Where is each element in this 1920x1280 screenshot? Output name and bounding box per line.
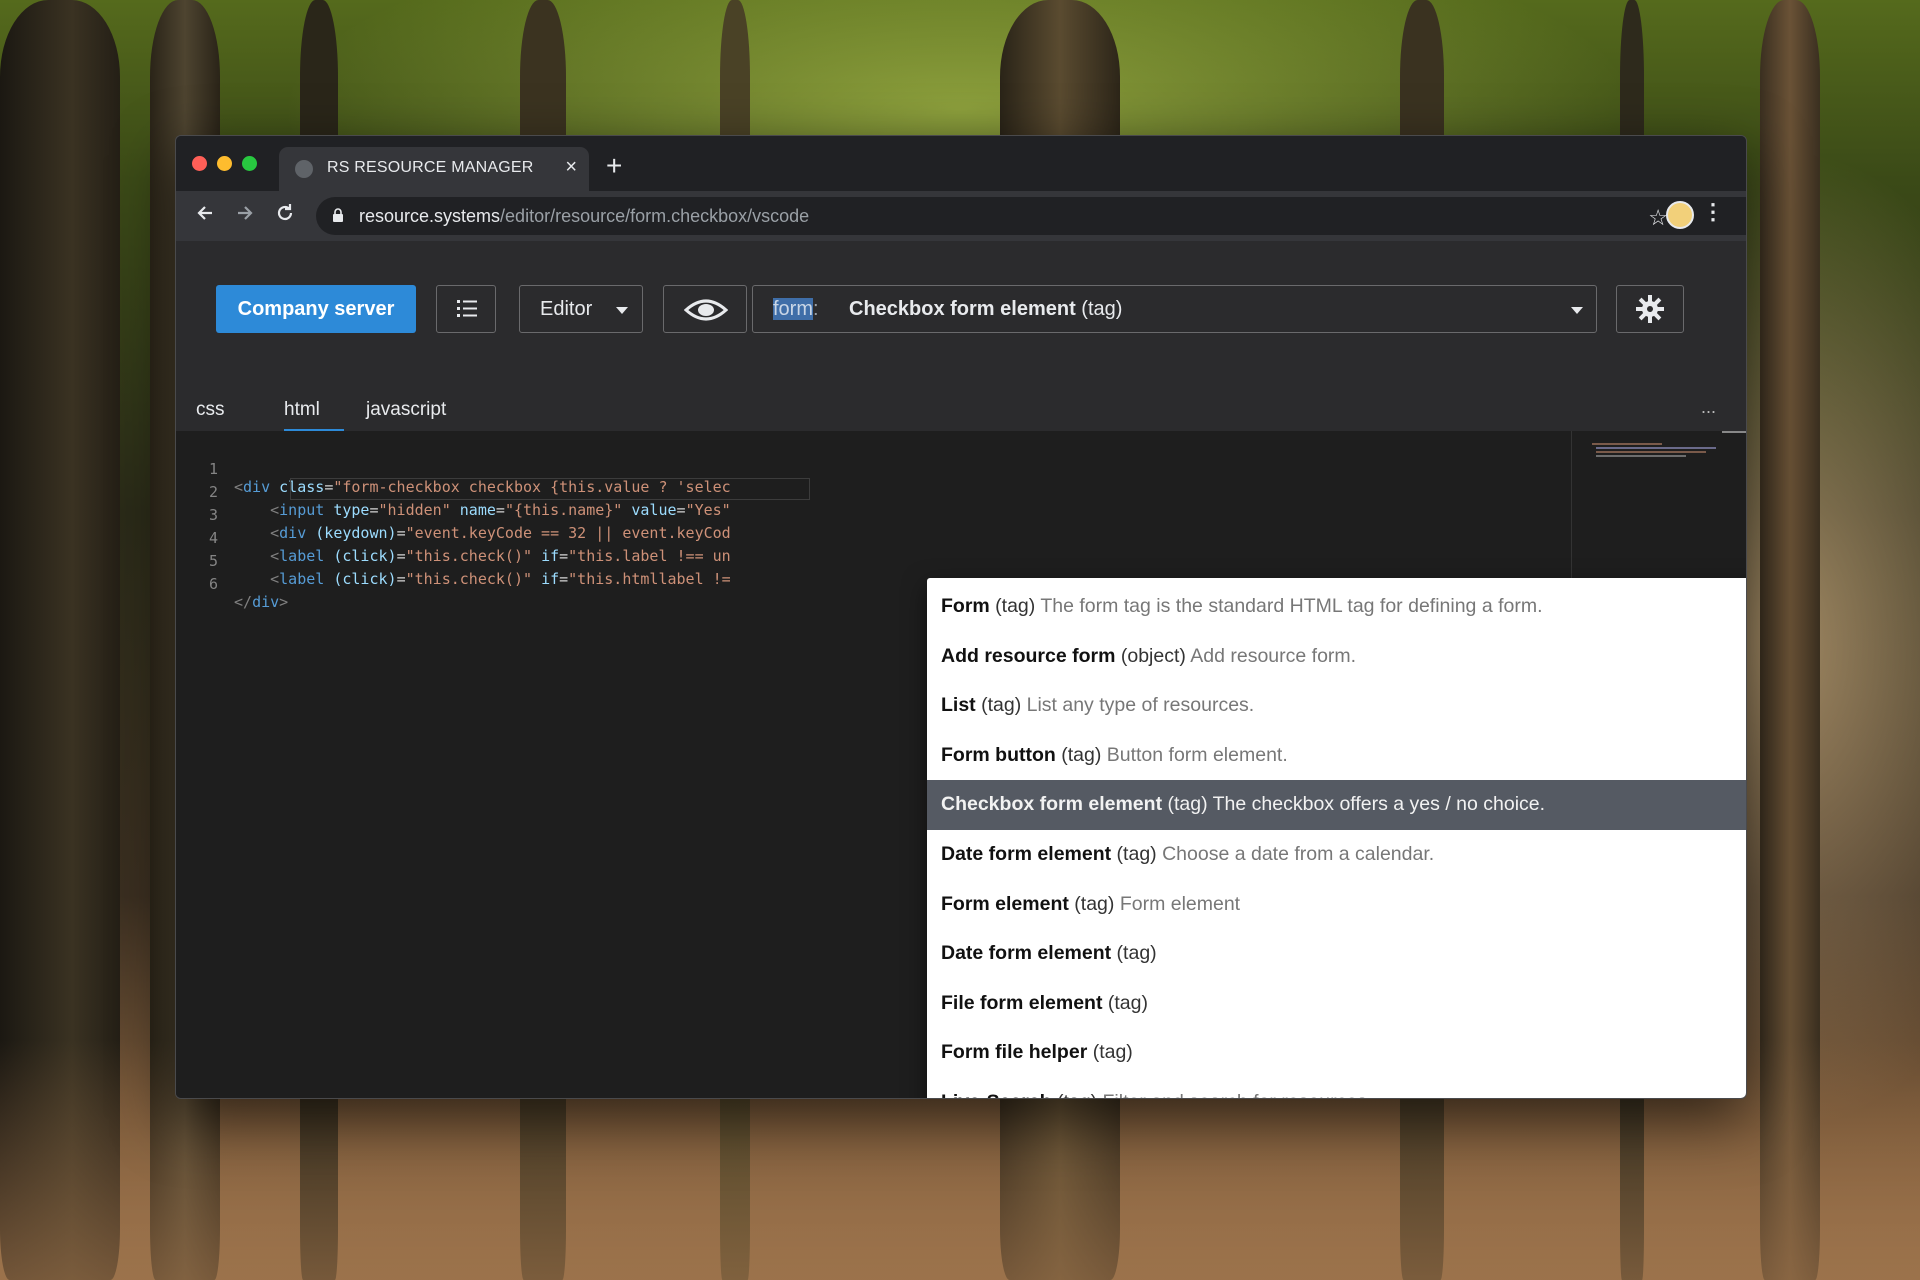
dropdown-option[interactable]: File form element (tag) xyxy=(927,979,1746,1029)
dropdown-option-text: Form file helper (tag) xyxy=(941,1041,1133,1064)
maximize-window-button[interactable] xyxy=(242,156,257,171)
new-tab-button[interactable]: + xyxy=(606,150,622,182)
eye-icon xyxy=(684,299,728,321)
dropdown-option[interactable]: Add resource form (object) Add resource … xyxy=(927,632,1746,682)
tab-html[interactable]: html xyxy=(284,399,320,421)
option-name: Form button xyxy=(941,743,1056,766)
option-type: (tag) xyxy=(1162,793,1213,816)
close-window-button[interactable] xyxy=(192,156,207,171)
dropdown-option-text: Date form element (tag) xyxy=(941,942,1157,965)
option-name: Form file helper xyxy=(941,1041,1088,1064)
option-type: (tag) xyxy=(1052,1091,1103,1098)
editor-dropdown-button[interactable]: Editor xyxy=(519,285,643,333)
url-text: resource.systems/editor/resource/form.ch… xyxy=(359,206,810,226)
editor-more-button[interactable]: ... xyxy=(1701,397,1716,418)
code-line: 1 <div class="form-checkbox checkbox {th… xyxy=(176,442,1076,500)
dropdown-option[interactable]: Checkbox form element (tag) The checkbox… xyxy=(927,780,1746,831)
resource-search-input[interactable]: form: Checkbox form element (tag) xyxy=(752,285,1597,333)
option-type: (tag) xyxy=(1102,991,1148,1014)
search-selected-value: Checkbox form element (tag) xyxy=(849,298,1123,320)
dropdown-option[interactable]: List (tag) List any type of resources. xyxy=(927,681,1746,731)
reload-icon[interactable] xyxy=(274,202,296,230)
tab-title: RS RESOURCE MANAGER xyxy=(327,159,534,176)
browser-titlebar: RS RESOURCE MANAGER × + xyxy=(176,136,1746,191)
code-line: 4 <label (click)="this.check()" if="this… xyxy=(208,529,731,565)
option-description: Add resource form. xyxy=(1190,644,1357,667)
resource-manager-app: Company server Editor form: Checkbox for… xyxy=(176,241,1746,1098)
dropdown-option[interactable]: Form button (tag) Button form element. xyxy=(927,731,1746,781)
option-description: Filter and search for resources. xyxy=(1103,1091,1373,1098)
option-name: List xyxy=(941,694,976,717)
browser-toolbar: resource.systems/editor/resource/form.ch… xyxy=(176,191,1746,241)
option-type: (tag) xyxy=(1068,892,1120,915)
forward-arrow-icon[interactable] xyxy=(234,202,256,230)
option-type: (tag) xyxy=(975,694,1027,717)
dropdown-option[interactable]: Date form element (tag) Choose a date fr… xyxy=(927,830,1746,880)
option-type: (tag) xyxy=(1055,743,1107,766)
chevron-down-icon[interactable] xyxy=(1571,307,1583,314)
preview-button[interactable] xyxy=(663,285,747,333)
option-name: Date form element xyxy=(941,843,1112,865)
chevron-down-icon xyxy=(616,307,628,314)
browser-menu-icon[interactable]: ⋮ xyxy=(1702,199,1724,225)
option-name: Form element xyxy=(941,892,1069,915)
dropdown-option-text: Live-Search (tag) Filter and search for … xyxy=(941,1091,1373,1098)
option-type: (tag) xyxy=(1111,942,1157,965)
dropdown-option[interactable]: Form element (tag) Form element xyxy=(927,880,1746,930)
option-name: Date form element xyxy=(941,942,1112,965)
dropdown-option-text: Checkbox form element (tag) The checkbox… xyxy=(941,793,1545,816)
dropdown-option-text: List (tag) List any type of resources. xyxy=(941,694,1254,717)
option-description: List any type of resources. xyxy=(1026,694,1255,717)
profile-avatar[interactable] xyxy=(1666,201,1694,229)
code-line: 3 <div (keydown)="event.keyCode == 32 ||… xyxy=(208,506,731,542)
dropdown-option[interactable]: Form file helper (tag) xyxy=(927,1028,1746,1078)
gear-icon xyxy=(1636,295,1664,323)
option-name: File form element xyxy=(941,991,1103,1014)
option-type: (tag) xyxy=(1111,843,1163,865)
option-type: (object) xyxy=(1115,644,1191,667)
option-name: Form xyxy=(941,595,990,617)
company-server-button[interactable]: Company server xyxy=(216,285,416,333)
dropdown-option[interactable]: Form (tag) The form tag is the standard … xyxy=(927,582,1746,632)
dropdown-option-text: Form element (tag) Form element xyxy=(941,893,1240,916)
list-icon xyxy=(457,300,477,317)
code-line: 2 <input type="hidden" name="{this.name}… xyxy=(208,483,731,519)
settings-button[interactable] xyxy=(1616,285,1684,333)
dropdown-option[interactable]: Live-Search (tag) Filter and search for … xyxy=(927,1078,1746,1098)
code-line: 5 <label (click)="this.check()" if="this… xyxy=(208,552,731,588)
dropdown-option-text: Form button (tag) Button form element. xyxy=(941,744,1288,767)
globe-icon xyxy=(295,160,313,178)
bookmark-star-icon[interactable]: ☆ xyxy=(1648,205,1668,231)
dropdown-option-text: Add resource form (object) Add resource … xyxy=(941,645,1356,668)
editor-dropdown-label: Editor xyxy=(540,298,593,320)
browser-window: RS RESOURCE MANAGER × + resource.systems… xyxy=(175,135,1747,1099)
option-name: Checkbox form element xyxy=(941,793,1163,816)
option-description: Choose a date from a calendar. xyxy=(1162,843,1435,865)
minimize-window-button[interactable] xyxy=(217,156,232,171)
code-line: 6 </div> xyxy=(208,575,289,611)
tab-javascript[interactable]: javascript xyxy=(366,399,446,421)
dropdown-option-text: File form element (tag) xyxy=(941,992,1148,1015)
option-description: Form element xyxy=(1119,892,1241,915)
option-name: Live-Search xyxy=(941,1091,1052,1098)
option-type: (tag) xyxy=(1087,1041,1133,1064)
back-arrow-icon[interactable] xyxy=(194,202,216,230)
browser-tab[interactable]: RS RESOURCE MANAGER × xyxy=(279,147,589,191)
dropdown-option[interactable]: Date form element (tag) xyxy=(927,929,1746,979)
option-description: The checkbox offers a yes / no choice. xyxy=(1212,793,1546,816)
address-bar[interactable]: resource.systems/editor/resource/form.ch… xyxy=(316,197,1746,235)
option-type: (tag) xyxy=(989,595,1041,617)
close-tab-icon[interactable]: × xyxy=(565,156,577,179)
lock-icon xyxy=(333,208,343,222)
dropdown-option-text: Date form element (tag) Choose a date fr… xyxy=(941,843,1434,866)
option-description: The form tag is the standard HTML tag fo… xyxy=(1040,595,1543,617)
list-view-button[interactable] xyxy=(436,285,496,333)
resource-dropdown-list: Form (tag) The form tag is the standard … xyxy=(927,578,1746,1098)
option-name: Add resource form xyxy=(941,644,1116,667)
dropdown-option-text: Form (tag) The form tag is the standard … xyxy=(941,595,1543,618)
tab-css[interactable]: css xyxy=(196,399,225,421)
option-description: Button form element. xyxy=(1106,743,1288,766)
search-prefix: form: xyxy=(773,298,819,320)
